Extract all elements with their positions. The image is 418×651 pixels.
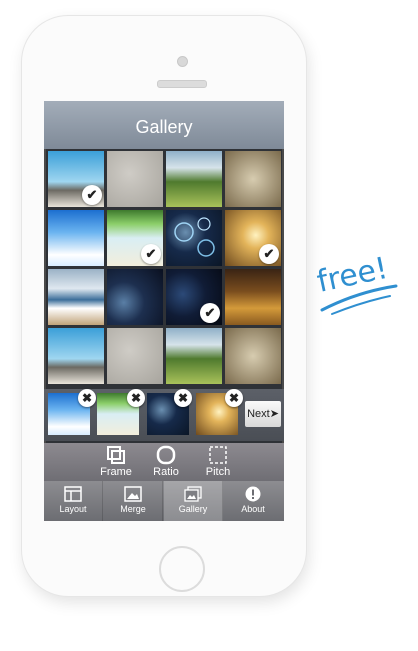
- photo-tile[interactable]: ✔: [107, 210, 163, 266]
- checkmark-icon: ✔: [82, 185, 102, 205]
- free-scribble: free!: [314, 251, 398, 315]
- tab-about[interactable]: About: [224, 481, 282, 521]
- layout-toolbar: Frame Ratio Pitch: [44, 443, 284, 481]
- info-icon: [244, 486, 262, 502]
- photo-tile[interactable]: [166, 328, 222, 384]
- ratio-button[interactable]: Ratio: [144, 445, 188, 478]
- photo-tile[interactable]: [48, 328, 104, 384]
- remove-icon[interactable]: ✖: [174, 389, 192, 407]
- frame-button[interactable]: Frame: [94, 445, 138, 478]
- next-button[interactable]: Next➤: [245, 401, 281, 427]
- tab-label: Layout: [59, 504, 87, 514]
- photo-tile[interactable]: [48, 210, 104, 266]
- camera-dot: [177, 56, 188, 67]
- ratio-label: Ratio: [153, 466, 179, 478]
- pitch-label: Pitch: [205, 466, 231, 478]
- pitch-icon: [196, 445, 240, 465]
- tab-merge[interactable]: Merge: [104, 481, 163, 521]
- tab-layout[interactable]: Layout: [44, 481, 103, 521]
- photo-tile[interactable]: ✔: [166, 269, 222, 325]
- tab-bar: Layout Merge Gallery About: [44, 481, 284, 521]
- frame-label: Frame: [100, 466, 132, 478]
- next-arrow-icon: ➤: [269, 408, 279, 420]
- photo-tile[interactable]: ✔: [48, 151, 104, 207]
- tab-gallery[interactable]: Gallery: [164, 481, 223, 521]
- checkmark-icon: ✔: [259, 244, 279, 264]
- tab-label: Merge: [120, 504, 146, 514]
- photo-tile[interactable]: ✔: [225, 210, 281, 266]
- photo-tile[interactable]: [107, 269, 163, 325]
- speaker-grille: [157, 80, 207, 88]
- photo-tile[interactable]: [225, 328, 281, 384]
- photo-tile[interactable]: [225, 269, 281, 325]
- app-screen: Gallery ✔ ✔ ✔ ✔ ✖ ✖ ✖ ✖ Next➤ Frame Rati…: [44, 101, 284, 521]
- checkmark-icon: ✔: [141, 244, 161, 264]
- photo-tile[interactable]: [107, 328, 163, 384]
- checkmark-icon: ✔: [200, 303, 220, 323]
- remove-icon[interactable]: ✖: [225, 389, 243, 407]
- gallery-icon: [184, 486, 202, 502]
- tab-label: About: [241, 504, 265, 514]
- photo-tile[interactable]: [48, 269, 104, 325]
- photo-grid: ✔ ✔ ✔ ✔: [48, 151, 282, 391]
- tab-label: Gallery: [178, 504, 208, 514]
- page-title: Gallery: [44, 101, 284, 149]
- pitch-button[interactable]: Pitch: [196, 445, 240, 478]
- photo-tile[interactable]: [166, 210, 222, 266]
- ratio-icon: [144, 445, 188, 465]
- merge-photo-icon: [124, 486, 142, 502]
- remove-icon[interactable]: ✖: [127, 389, 145, 407]
- photo-tile[interactable]: [225, 151, 281, 207]
- next-label: Next: [247, 408, 270, 420]
- bubbles-icon: [174, 217, 215, 257]
- home-button[interactable]: [159, 546, 205, 592]
- remove-icon[interactable]: ✖: [78, 389, 96, 407]
- photo-tile[interactable]: [107, 151, 163, 207]
- selected-photos-tray: ✖ ✖ ✖ ✖ Next➤: [44, 389, 284, 441]
- frame-icon: [94, 445, 138, 465]
- layout-icon: [64, 486, 82, 502]
- photo-tile[interactable]: [166, 151, 222, 207]
- free-promo: free!: [312, 240, 402, 320]
- free-text: free!: [314, 251, 391, 300]
